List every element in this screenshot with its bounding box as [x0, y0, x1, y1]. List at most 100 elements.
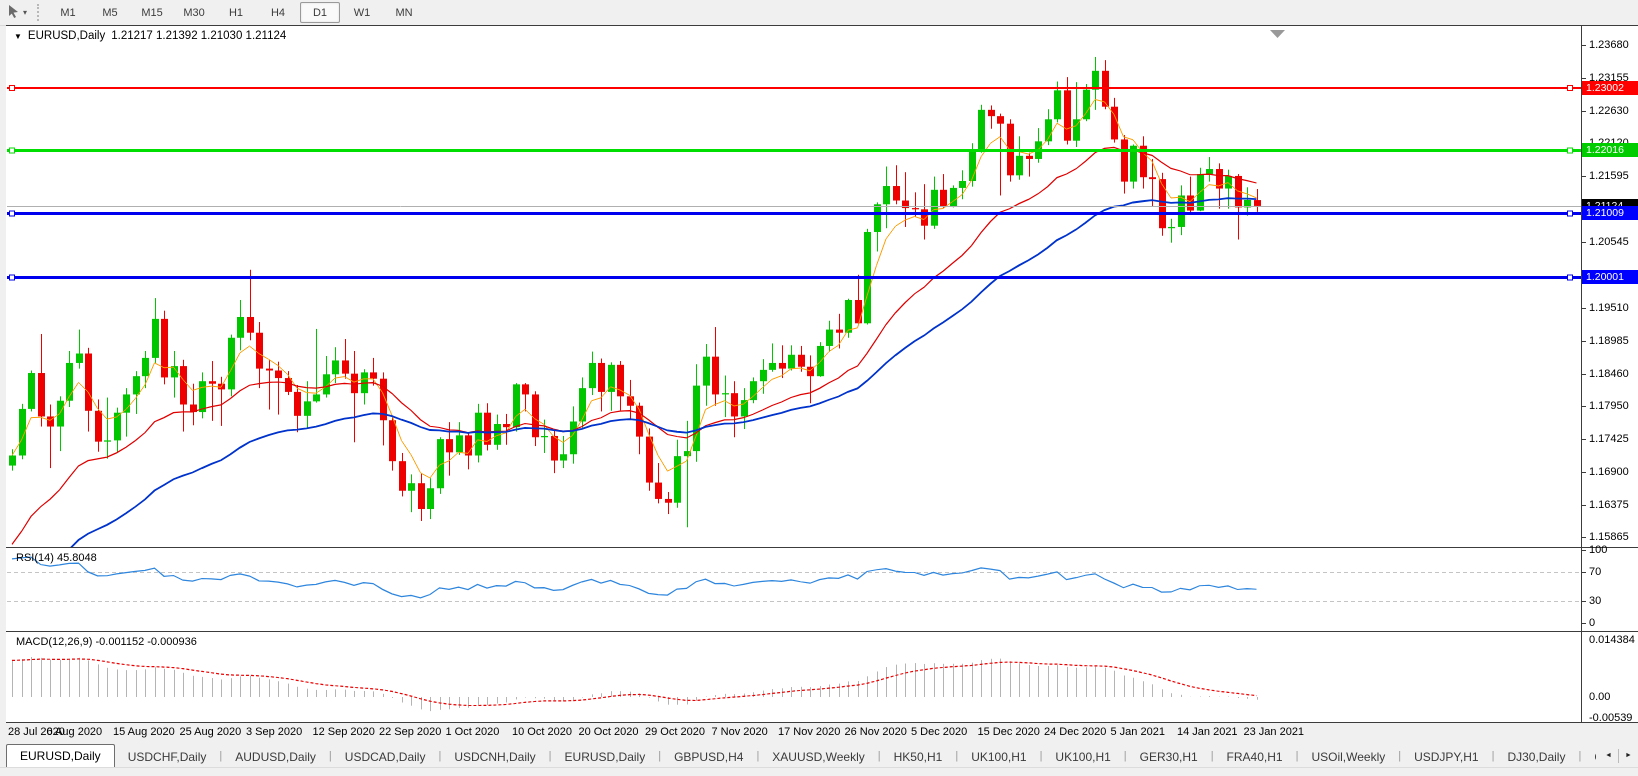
axis-tick-mark — [1581, 242, 1586, 243]
date-tick-label: 23 Jan 2021 — [1244, 726, 1314, 738]
axis-tick-mark — [1581, 601, 1586, 602]
chart-tab-bar: EURUSD,DailyUSDCHF,Daily|AUDUSD,Daily|US… — [0, 741, 1638, 767]
date-tick-label: 12 Sep 2020 — [313, 726, 383, 738]
rsi-axis-label: 0 — [1589, 617, 1638, 630]
date-tick-label: 10 Oct 2020 — [512, 726, 582, 738]
axis-tick-mark — [1581, 550, 1586, 551]
timeframe-button-d1[interactable]: D1 — [300, 2, 340, 23]
date-tick-label: 5 Dec 2020 — [911, 726, 981, 738]
symbol-period-label: EURUSD,Daily — [28, 30, 105, 42]
symbol-tab-usdchf-daily[interactable]: USDCHF,Daily — [115, 747, 220, 767]
rsi-panel-canvas[interactable] — [7, 549, 1581, 631]
symbol-tab-china300-h1[interactable]: CHINA300,H1 — [1581, 747, 1596, 767]
axis-tick-mark — [1581, 176, 1586, 177]
date-tick-label: 1 Oct 2020 — [446, 726, 516, 738]
symbol-tab-ger30-h1[interactable]: GER30,H1 — [1127, 747, 1211, 767]
macd-panel-canvas[interactable] — [7, 633, 1581, 722]
price-tick-label: 1.17425 — [1589, 433, 1638, 446]
price-line-badge: 1.23002 — [1582, 81, 1638, 95]
mt4-window: ▾ M1M5M15M30H1H4D1W1MN ▼ EURUSD,Daily 1.… — [0, 0, 1638, 776]
symbol-tab-fra40-h1[interactable]: FRA40,H1 — [1214, 747, 1296, 767]
timeframe-button-m1[interactable]: M1 — [48, 2, 88, 23]
date-tick-label: 25 Aug 2020 — [180, 726, 250, 738]
macd-axis-label: 0.014384 — [1589, 634, 1638, 647]
date-tick-label: 7 Nov 2020 — [712, 726, 782, 738]
price-line-badge: 1.20001 — [1582, 270, 1638, 284]
price-tick-label: 1.23680 — [1589, 39, 1638, 52]
price-tick-label: 1.17950 — [1589, 400, 1638, 413]
timeframe-button-m30[interactable]: M30 — [174, 2, 214, 23]
axis-tick-mark — [1581, 572, 1586, 573]
timeframe-button-m15[interactable]: M15 — [132, 2, 172, 23]
macd-label: MACD(12,26,9) -0.001152 -0.000936 — [16, 636, 197, 648]
date-tick-label: 3 Sep 2020 — [246, 726, 316, 738]
price-line-badge: 1.22016 — [1582, 143, 1638, 157]
axis-tick-mark — [1581, 537, 1586, 538]
tab-scroll-left-icon[interactable]: ◄ — [1601, 748, 1616, 763]
price-tick-label: 1.20545 — [1589, 236, 1638, 249]
price-tick-label: 1.18985 — [1589, 335, 1638, 348]
date-tick-label: 20 Oct 2020 — [579, 726, 649, 738]
rsi-axis-label: 70 — [1589, 566, 1638, 579]
macd-values: -0.001152 -0.000936 — [95, 636, 196, 648]
symbol-tab-gbpusd-h4[interactable]: GBPUSD,H4 — [661, 747, 756, 767]
timeframe-buttons: M1M5M15M30H1H4D1W1MN — [47, 2, 425, 23]
price-line-badge: 1.21009 — [1582, 206, 1638, 220]
macd-title: MACD(12,26,9) — [16, 636, 92, 648]
bottom-scrollbar-strip[interactable] — [0, 767, 1638, 776]
chart-area: ▼ EURUSD,Daily 1.21217 1.21392 1.21030 1… — [6, 25, 1638, 741]
symbol-tab-uk100-h1[interactable]: UK100,H1 — [958, 747, 1039, 767]
tab-scroll-controls: ◄ ► — [1601, 748, 1636, 763]
symbol-tab-eurusd-daily[interactable]: EURUSD,Daily — [6, 744, 115, 767]
rsi-label: RSI(14) 45.8048 — [16, 552, 97, 564]
timeframe-button-mn[interactable]: MN — [384, 2, 424, 23]
rsi-value: 45.8048 — [57, 552, 97, 564]
symbol-tab-usoil-weekly[interactable]: USOil,Weekly — [1298, 747, 1398, 767]
date-tick-label: 15 Dec 2020 — [978, 726, 1048, 738]
symbol-tab-dj30-daily[interactable]: DJ30,Daily — [1494, 747, 1578, 767]
price-tick-label: 1.19510 — [1589, 302, 1638, 315]
axis-tick-mark — [1581, 439, 1586, 440]
axis-tick-mark — [1581, 623, 1586, 624]
tab-scroll-right-icon[interactable]: ► — [1621, 748, 1636, 763]
axis-tick-mark — [1581, 308, 1586, 309]
ohlc-values: 1.21217 1.21392 1.21030 1.21124 — [111, 30, 286, 42]
main-chart-canvas[interactable] — [7, 26, 1581, 547]
timeframe-button-m5[interactable]: M5 — [90, 2, 130, 23]
symbol-tab-hk50-h1[interactable]: HK50,H1 — [881, 747, 956, 767]
axis-tick-mark — [1581, 472, 1586, 473]
rsi-title: RSI(14) — [16, 552, 54, 564]
symbol-tab-uk100-h1[interactable]: UK100,H1 — [1042, 747, 1123, 767]
cursor-arrow-icon — [6, 4, 21, 22]
price-tick-label: 1.16375 — [1589, 499, 1638, 512]
timeframe-button-h4[interactable]: H4 — [258, 2, 298, 23]
title-collapse-icon[interactable]: ▼ — [14, 32, 22, 41]
symbol-tab-usdcnh-daily[interactable]: USDCNH,Daily — [441, 747, 548, 767]
dropdown-caret-icon[interactable]: ▾ — [23, 8, 27, 17]
price-tick-label: 1.18460 — [1589, 368, 1638, 381]
symbol-tab-audusd-daily[interactable]: AUDUSD,Daily — [222, 747, 329, 767]
price-tick-label: 1.15865 — [1589, 531, 1638, 544]
price-tick-label: 1.22630 — [1589, 105, 1638, 118]
symbol-tab-usdcad-daily[interactable]: USDCAD,Daily — [332, 747, 439, 767]
timeframe-button-w1[interactable]: W1 — [342, 2, 382, 23]
price-tick-label: 1.16900 — [1589, 466, 1638, 479]
axis-tick-mark — [1581, 45, 1586, 46]
rsi-axis-label: 100 — [1589, 544, 1638, 557]
date-tick-label: 14 Jan 2021 — [1177, 726, 1247, 738]
pointer-tool-button[interactable]: ▾ — [0, 4, 31, 22]
macd-axis-label: -0.00539 — [1589, 712, 1638, 725]
date-tick-label: 22 Sep 2020 — [379, 726, 449, 738]
macd-axis-label: 0.00 — [1589, 691, 1638, 704]
price-tick-label: 1.21595 — [1589, 170, 1638, 183]
symbol-tab-usdjpy-h1[interactable]: USDJPY,H1 — [1401, 747, 1491, 767]
tab-scroll-divider — [1618, 749, 1619, 763]
axis-tick-mark — [1581, 374, 1586, 375]
symbol-tab-eurusd-daily[interactable]: EURUSD,Daily — [552, 747, 659, 767]
date-axis: 28 Jul 20206 Aug 202015 Aug 202025 Aug 2… — [6, 722, 1638, 742]
timeframe-button-h1[interactable]: H1 — [216, 2, 256, 23]
toolbar-grip-handle[interactable] — [37, 4, 39, 21]
symbol-tab-xauusd-weekly[interactable]: XAUUSD,Weekly — [759, 747, 877, 767]
axis-tick-mark — [1581, 111, 1586, 112]
timeframe-toolbar: ▾ M1M5M15M30H1H4D1W1MN — [0, 0, 1638, 26]
